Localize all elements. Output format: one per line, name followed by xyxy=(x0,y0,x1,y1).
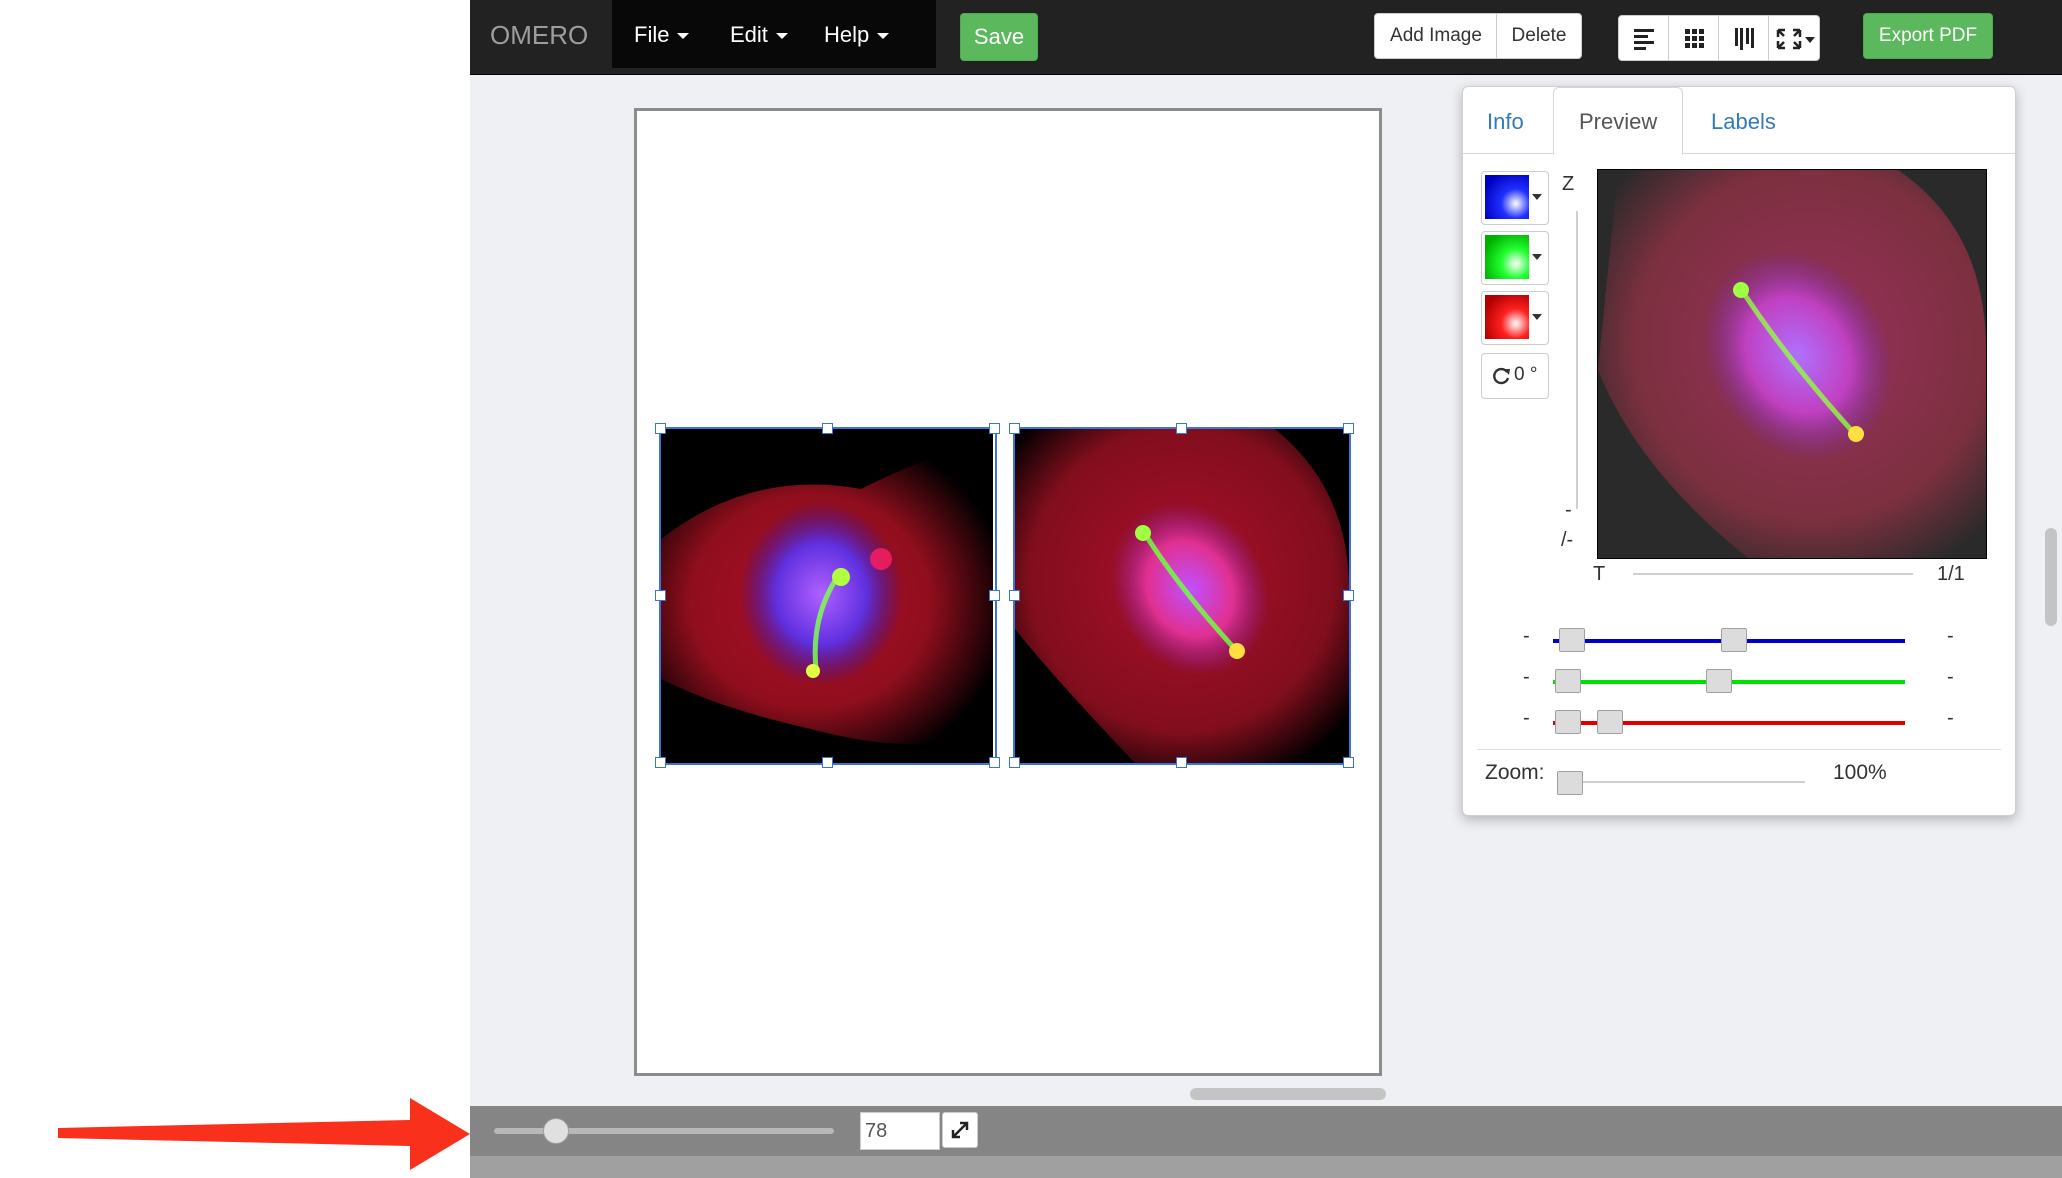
rotation-label: 0 ° xyxy=(1514,364,1538,385)
channel-min-label: - xyxy=(1523,707,1530,729)
resize-handle[interactable] xyxy=(1176,423,1187,434)
save-button[interactable]: Save xyxy=(960,13,1038,61)
resize-handle[interactable] xyxy=(822,757,833,768)
z-total: /- xyxy=(1561,529,1574,551)
channel-max-thumb[interactable] xyxy=(1720,628,1747,652)
chevron-down-icon xyxy=(677,33,690,40)
file-menu[interactable]: File xyxy=(634,22,690,48)
channel-min-thumb[interactable] xyxy=(1555,669,1582,693)
chevron-down-icon xyxy=(775,33,788,40)
add-image-button[interactable]: Add Image xyxy=(1374,13,1498,59)
resize-handle[interactable] xyxy=(1009,590,1020,601)
brand-logo[interactable]: OMERO xyxy=(490,20,588,51)
resize-handle[interactable] xyxy=(1343,590,1354,601)
channel-swatch xyxy=(1485,175,1529,219)
microscopy-image xyxy=(1598,170,1986,558)
align-left-button[interactable] xyxy=(1618,15,1670,61)
resize-handle[interactable] xyxy=(989,590,1000,601)
channel-max-label: - xyxy=(1947,625,1954,647)
resize-handle[interactable] xyxy=(655,423,666,434)
resize-handle[interactable] xyxy=(1176,757,1187,768)
expand-dropdown-button[interactable] xyxy=(1768,15,1820,61)
channel-swatch xyxy=(1485,295,1529,339)
resize-handle[interactable] xyxy=(1009,757,1020,768)
edit-menu[interactable]: Edit xyxy=(730,22,788,48)
navbar: OMERO File Edit Help Save Add Image Dele… xyxy=(470,0,2062,75)
divider xyxy=(1477,749,2001,750)
resize-handle[interactable] xyxy=(655,590,666,601)
annotation-arrow xyxy=(58,1098,470,1170)
selection-box xyxy=(659,427,997,765)
fit-page-button[interactable] xyxy=(942,1112,978,1148)
tab-divider xyxy=(1463,153,2015,154)
figure-page[interactable] xyxy=(634,108,1382,1076)
channel-min-label: - xyxy=(1523,666,1530,688)
chevron-down-icon xyxy=(1532,194,1542,200)
t-slider[interactable] xyxy=(1633,573,1913,575)
distribute-button[interactable] xyxy=(1718,15,1770,61)
z-value: - xyxy=(1565,499,1572,521)
zoom-slider-thumb[interactable] xyxy=(1557,771,1583,795)
vertical-scrollbar[interactable] xyxy=(2045,528,2057,626)
channel-max-label: - xyxy=(1947,666,1954,688)
resize-handle[interactable] xyxy=(989,423,1000,434)
channel-swatch xyxy=(1485,235,1529,279)
channel-max-thumb[interactable] xyxy=(1597,710,1624,734)
chevron-down-icon xyxy=(1532,254,1542,260)
resize-handle[interactable] xyxy=(1009,423,1020,434)
selection-box xyxy=(1013,427,1351,765)
delete-button[interactable]: Delete xyxy=(1496,13,1582,59)
zoom-label: Zoom: xyxy=(1485,761,1545,784)
resize-handle[interactable] xyxy=(655,757,666,768)
channel-max-thumb[interactable] xyxy=(1706,669,1733,693)
channel-min-label: - xyxy=(1523,625,1530,647)
z-slider[interactable] xyxy=(1576,211,1578,509)
bottom-zoom-bar xyxy=(470,1106,2062,1156)
expand-icon xyxy=(1776,28,1815,50)
resize-handle[interactable] xyxy=(989,757,1000,768)
status-strip xyxy=(470,1156,2062,1178)
tab-labels[interactable]: Labels xyxy=(1711,109,1776,135)
zoom-input[interactable] xyxy=(860,1112,940,1150)
menu-bar: File Edit Help xyxy=(612,0,936,68)
channel-min-thumb[interactable] xyxy=(1555,710,1582,734)
horizontal-scrollbar[interactable] xyxy=(1190,1088,1386,1100)
zoom-value: 100% xyxy=(1833,761,1887,784)
t-label: T xyxy=(1593,563,1606,585)
channel-red-button[interactable] xyxy=(1481,291,1549,345)
chevron-down-icon xyxy=(877,33,890,40)
resize-handle[interactable] xyxy=(822,423,833,434)
t-value: 1/1 xyxy=(1937,563,1965,585)
distribute-icon xyxy=(1735,28,1754,50)
rotate-button[interactable]: 0 ° xyxy=(1481,353,1549,399)
zoom-slider[interactable] xyxy=(1569,781,1805,783)
expand-arrows-icon xyxy=(951,1121,969,1139)
help-menu[interactable]: Help xyxy=(824,22,890,48)
preview-popover: Info Preview Labels 0 ° Z - /- T 1/1 - -… xyxy=(1462,86,2016,816)
tab-preview[interactable]: Preview xyxy=(1579,109,1657,135)
channel-green-button[interactable] xyxy=(1481,231,1549,285)
preview-image[interactable] xyxy=(1597,169,1987,559)
channel-min-thumb[interactable] xyxy=(1558,628,1585,652)
z-label: Z xyxy=(1562,173,1575,195)
figure-app: OMERO File Edit Help Save Add Image Dele… xyxy=(470,0,2062,1178)
channel-max-label: - xyxy=(1947,707,1954,729)
grid-button[interactable] xyxy=(1668,15,1720,61)
grid-icon xyxy=(1685,29,1704,48)
rotate-icon xyxy=(1493,367,1510,385)
resize-handle[interactable] xyxy=(1343,423,1354,434)
channel-blue-button[interactable] xyxy=(1481,171,1549,225)
page-zoom-slider-thumb[interactable] xyxy=(543,1118,570,1144)
chevron-down-icon xyxy=(1532,314,1542,320)
align-left-icon xyxy=(1634,29,1654,50)
tab-info[interactable]: Info xyxy=(1487,109,1524,135)
resize-handle[interactable] xyxy=(1343,757,1354,768)
export-pdf-button[interactable]: Export PDF xyxy=(1863,13,1993,59)
